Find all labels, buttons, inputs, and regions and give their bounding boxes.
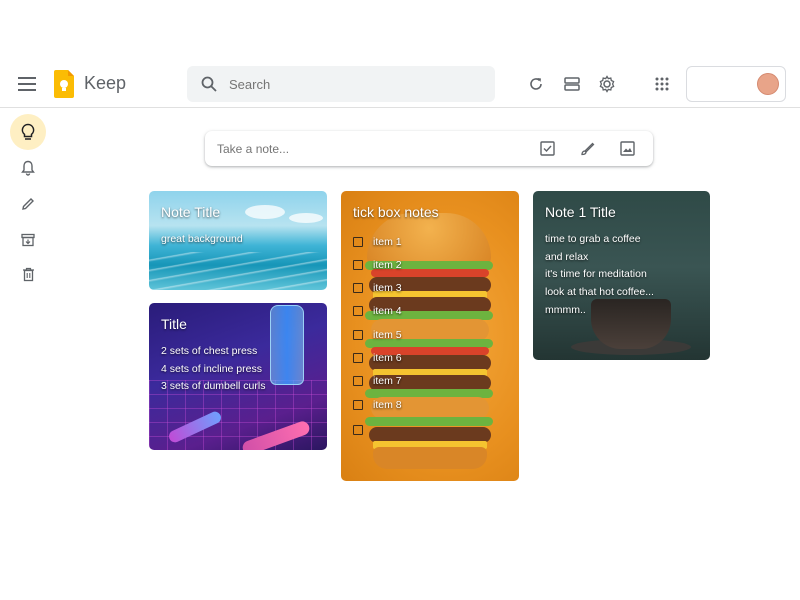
checkbox-icon xyxy=(539,140,555,156)
new-list-button[interactable] xyxy=(538,139,556,157)
sidebar-item-reminders[interactable] xyxy=(10,150,46,186)
keep-logo[interactable] xyxy=(54,70,74,98)
note-card[interactable]: Title 2 sets of chest press 4 sets of in… xyxy=(149,303,327,450)
checkbox[interactable] xyxy=(353,400,363,410)
checklist-item[interactable] xyxy=(353,423,373,437)
search-bar[interactable] xyxy=(187,66,495,102)
coffee-cup-image xyxy=(591,299,671,349)
checklist-item[interactable]: item 2 xyxy=(353,258,402,272)
lightbulb-icon xyxy=(21,123,35,140)
note-text: mmmm.. xyxy=(545,304,586,316)
checklist-item[interactable]: item 4 xyxy=(353,304,402,318)
hamburger-menu-icon xyxy=(18,77,36,91)
checklist-item[interactable]: item 3 xyxy=(353,281,402,295)
note-text: it's time for meditation xyxy=(545,268,647,280)
sidebar-item-notes[interactable] xyxy=(10,114,46,150)
refresh-button[interactable] xyxy=(524,72,548,96)
apps-button[interactable] xyxy=(650,72,674,96)
new-image-button[interactable] xyxy=(618,139,636,157)
search-icon[interactable] xyxy=(201,76,217,92)
take-note-bar[interactable] xyxy=(205,131,653,166)
note-text: 4 sets of incline press xyxy=(161,363,262,375)
note-text: time to grab a coffee xyxy=(545,233,641,245)
list-view-icon xyxy=(564,77,580,91)
avatar[interactable] xyxy=(757,73,779,95)
brush-icon xyxy=(580,142,594,155)
checklist-item[interactable]: item 5 xyxy=(353,328,402,342)
list-view-button[interactable] xyxy=(560,72,584,96)
checkbox[interactable] xyxy=(353,353,363,363)
checklist-item[interactable]: item 8 xyxy=(353,398,402,412)
new-drawing-button[interactable] xyxy=(578,139,596,157)
checklist-item[interactable]: item 6 xyxy=(353,351,402,365)
checklist-item[interactable]: item 7 xyxy=(353,374,402,388)
app-title: Keep xyxy=(84,73,127,93)
sidebar-item-trash[interactable] xyxy=(10,256,46,292)
checkbox[interactable] xyxy=(353,425,363,435)
note-card[interactable]: Note Title great background xyxy=(149,191,327,290)
checkbox[interactable] xyxy=(353,376,363,386)
archive-icon xyxy=(21,233,35,247)
top-app-bar: Keep xyxy=(0,60,800,108)
background-cloud xyxy=(245,205,285,219)
note-title: Note 1 Title xyxy=(545,204,616,220)
note-card[interactable]: tick box notes item 1 item 2 item 3 item… xyxy=(341,191,519,481)
checkbox[interactable] xyxy=(353,330,363,340)
note-text: 2 sets of chest press xyxy=(161,345,258,357)
pencil-icon xyxy=(22,198,34,210)
trash-icon xyxy=(22,267,34,281)
bell-icon xyxy=(21,160,35,176)
image-icon xyxy=(619,140,635,156)
gear-icon xyxy=(599,75,615,93)
note-card[interactable]: Note 1 Title time to grab a coffee and r… xyxy=(533,191,710,360)
note-text: look at that hot coffee... xyxy=(545,286,654,298)
checklist-item[interactable]: item 1 xyxy=(353,235,402,249)
account-switcher[interactable] xyxy=(686,66,786,102)
checkbox[interactable] xyxy=(353,237,363,247)
keep-logo-icon xyxy=(54,70,74,98)
note-title: Title xyxy=(161,316,187,332)
background-cloud xyxy=(289,213,323,223)
note-text: 3 sets of dumbell curls xyxy=(161,380,266,392)
main-menu-button[interactable] xyxy=(14,72,40,96)
note-text: and relax xyxy=(545,251,589,263)
note-text: great background xyxy=(161,233,243,245)
take-note-input[interactable] xyxy=(217,131,517,166)
apps-grid-icon xyxy=(655,77,669,91)
sidebar-item-archive[interactable] xyxy=(10,222,46,258)
sidebar-item-edit-labels[interactable] xyxy=(10,186,46,222)
checkbox[interactable] xyxy=(353,260,363,270)
refresh-icon xyxy=(530,78,542,90)
note-title: tick box notes xyxy=(353,204,439,220)
note-title: Note Title xyxy=(161,204,221,220)
search-input[interactable] xyxy=(229,66,479,102)
water-bottle-image xyxy=(270,305,304,385)
checkbox[interactable] xyxy=(353,306,363,316)
settings-button[interactable] xyxy=(595,72,619,96)
checkbox[interactable] xyxy=(353,283,363,293)
background-waves xyxy=(149,252,327,290)
